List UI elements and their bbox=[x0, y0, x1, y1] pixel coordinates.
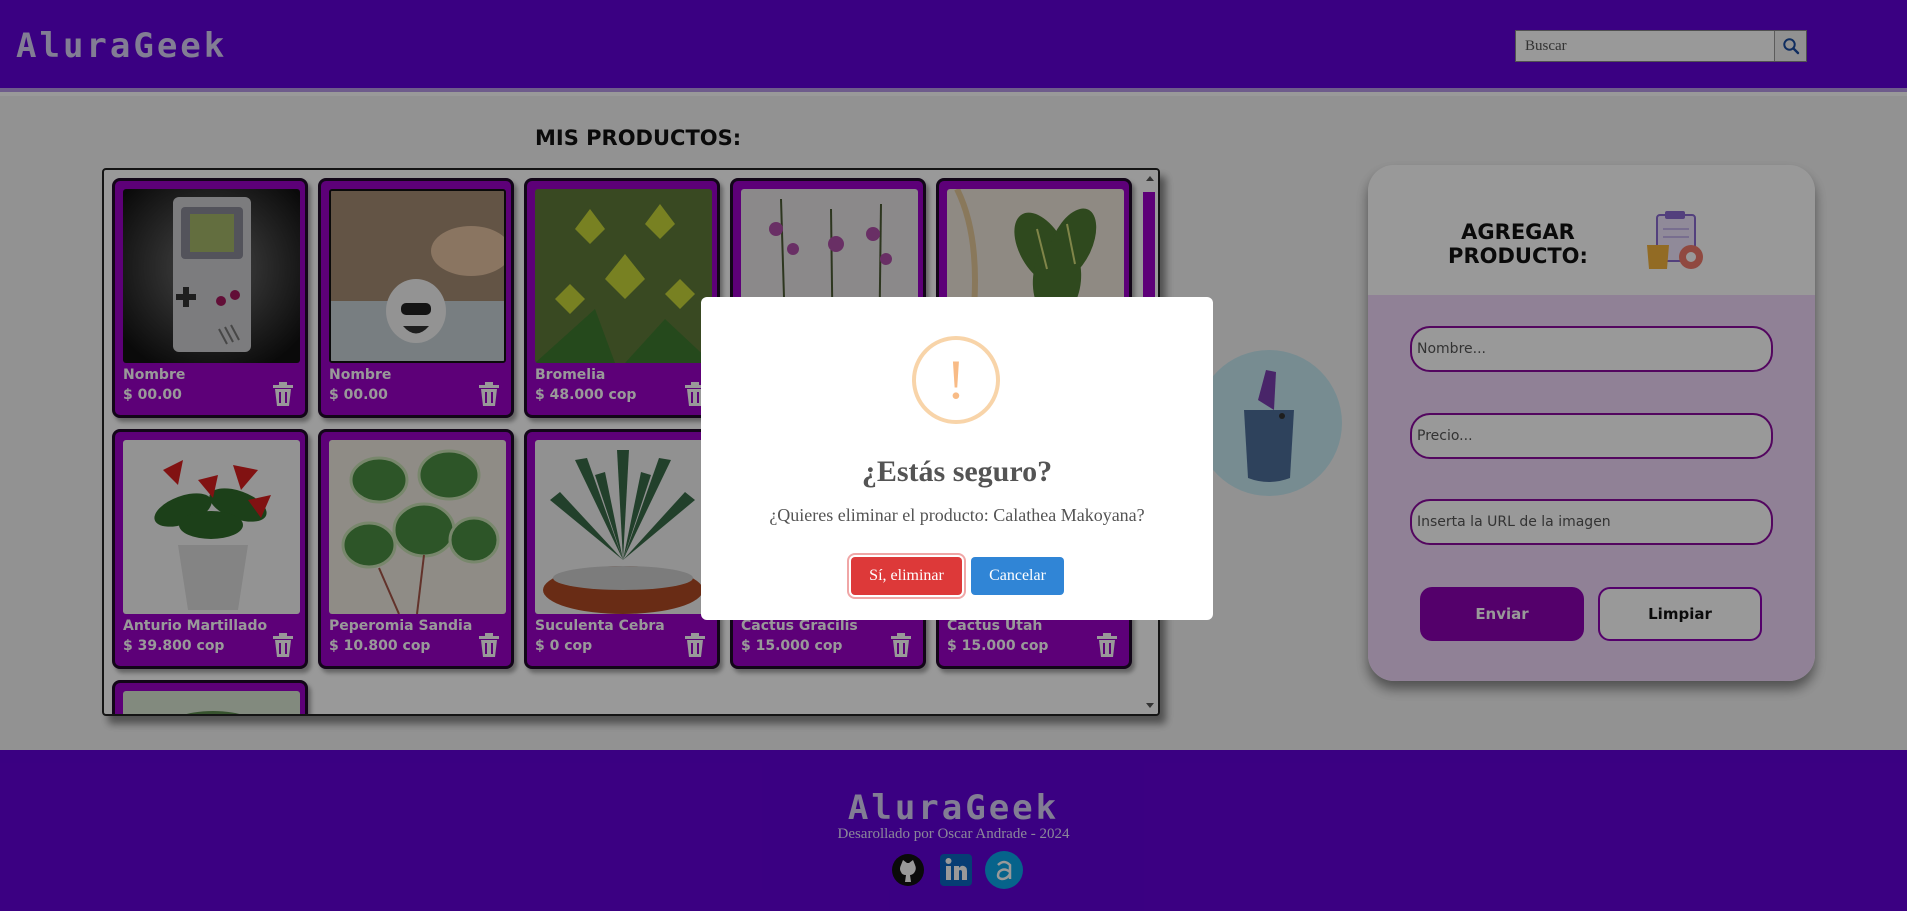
dialog-title: ¿Estás seguro? bbox=[861, 455, 1053, 488]
warning-glyph: ! bbox=[946, 349, 966, 411]
confirm-delete-button[interactable]: Sí, eliminar bbox=[851, 557, 962, 595]
modal-overlay[interactable]: ! ¿Estás seguro? ¿Quieres eliminar el pr… bbox=[0, 0, 1907, 911]
cancel-button[interactable]: Cancelar bbox=[971, 557, 1064, 595]
dialog-message: ¿Quieres eliminar el producto: Calathea … bbox=[769, 505, 1145, 525]
warning-icon: ! bbox=[912, 336, 1000, 424]
confirm-delete-dialog: ! ¿Estás seguro? ¿Quieres eliminar el pr… bbox=[701, 297, 1213, 620]
